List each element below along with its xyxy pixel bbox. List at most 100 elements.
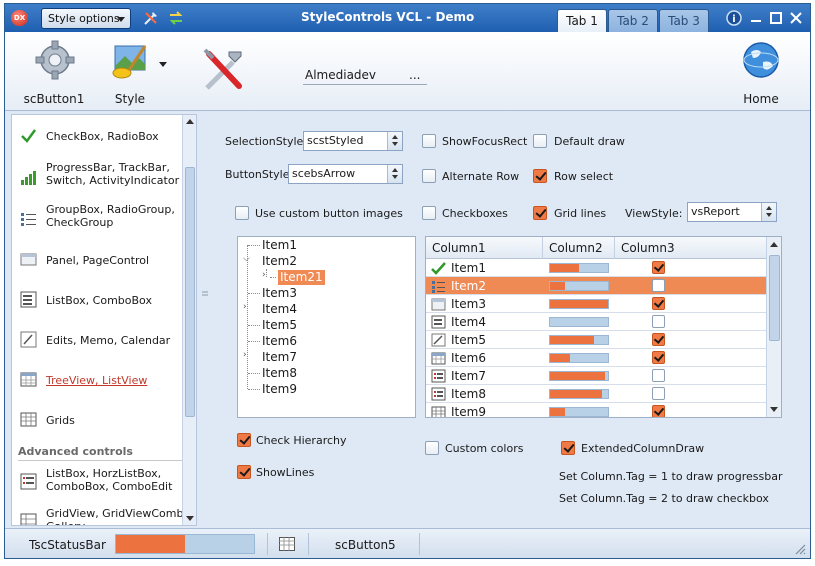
nav-item-progressbar[interactable]: ProgressBar, TrackBar, Switch, ActivityI… [16,161,194,189]
list-cell-checkbox[interactable] [652,405,665,417]
list-row[interactable]: Item1 [426,259,767,277]
left-panel-scrollbar[interactable] [182,115,196,525]
nav-item-grids[interactable]: Grids [16,411,194,431]
nav-item-listbox[interactable]: ListBox, ComboBox [16,291,194,311]
scrollbar-thumb[interactable] [769,255,780,341]
show-focus-rect-label[interactable]: ShowFocusRect [442,135,527,148]
list-cell-checkbox[interactable] [652,261,665,274]
list-row[interactable]: Item5 [426,331,767,349]
list-row[interactable]: Item7 [426,367,767,385]
default-draw-label[interactable]: Default draw [554,135,625,148]
tools-icon[interactable] [142,9,160,27]
show-focus-rect-checkbox[interactable] [422,134,436,148]
list-cell-checkbox[interactable] [652,315,665,328]
check-hierarchy-label[interactable]: Check Hierarchy [256,434,347,447]
close-icon[interactable] [787,9,805,27]
extended-column-draw-checkbox[interactable] [561,441,575,455]
list-row-selected[interactable]: Item2 [426,277,767,295]
scrollbar-thumb[interactable] [185,167,195,417]
tree-node[interactable]: Item2 [262,254,297,269]
alternate-row-label[interactable]: Alternate Row [442,170,519,183]
table-icon[interactable] [279,537,295,551]
chevron-down-icon[interactable] [186,516,194,521]
chevron-down-icon[interactable] [770,407,778,412]
use-custom-button-images-checkbox[interactable] [235,206,249,220]
list-cell-checkbox[interactable] [652,279,665,292]
chevron-right-icon[interactable]: › [243,302,247,312]
chevron-up-icon[interactable] [186,119,194,124]
tools-icon[interactable] [199,46,249,96]
resize-grip-icon[interactable] [794,543,806,555]
view-style-select[interactable]: vsReport [687,202,777,222]
custom-colors-label[interactable]: Custom colors [445,442,523,455]
tree-node[interactable]: Item3 [262,286,297,301]
style-options-dropdown[interactable]: Style options [41,8,131,29]
button-style-select[interactable]: scebsArrow [288,164,403,184]
list-view-scrollbar[interactable] [766,237,781,417]
tree-node[interactable]: Item6 [262,334,297,349]
help-icon[interactable]: i [725,9,743,27]
tab-2[interactable]: Tab 2 [608,9,658,32]
show-lines-label[interactable]: ShowLines [256,466,314,479]
chevron-right-icon[interactable]: › [262,270,266,280]
default-draw-checkbox[interactable] [533,134,547,148]
show-lines-checkbox[interactable] [237,465,251,479]
maximize-icon[interactable] [767,9,785,27]
list-row[interactable]: Item6 [426,349,767,367]
spin-icon[interactable] [387,165,402,183]
app-logo-icon[interactable]: DX [11,10,28,26]
nav-item-panel[interactable]: Panel, PageControl [16,251,194,271]
chevron-up-icon[interactable] [770,242,778,247]
minimize-icon[interactable] [747,9,765,27]
nav-item-edits[interactable]: Edits, Memo, Calendar [16,331,194,351]
tree-node[interactable]: Item7 [262,350,297,365]
ribbon-edit-dots-button[interactable]: ... [409,68,420,82]
column-header[interactable]: Column3 [615,237,767,259]
chevron-down-icon[interactable]: ⌵ [243,254,250,264]
alternate-row-checkbox[interactable] [422,169,436,183]
style-button[interactable]: Style [103,32,167,110]
tree-node-selected[interactable]: Item21 [278,270,325,285]
custom-colors-checkbox[interactable] [425,441,439,455]
checkboxes-label[interactable]: Checkboxes [442,207,508,220]
scbutton5-button[interactable]: scButton5 [335,538,396,552]
nav-item-gridview[interactable]: GridView, GridViewCombo, Gallery [16,507,194,525]
tree-node[interactable]: Item5 [262,318,297,333]
list-view[interactable]: Column1 Column2 Column3 Item1 Item2 Item3 I… [425,236,782,418]
chevron-right-icon[interactable]: › [243,350,247,360]
home-button[interactable]: Home [733,32,789,110]
extended-column-draw-label[interactable]: ExtendedColumnDraw [581,442,704,455]
use-custom-button-images-label[interactable]: Use custom button images [255,207,403,220]
checkboxes-checkbox[interactable] [422,206,436,220]
selection-style-select[interactable]: scstStyled [303,131,403,151]
scbutton1-button[interactable]: scButton1 [19,32,89,110]
grid-lines-checkbox[interactable] [533,206,547,220]
tab-1[interactable]: Tab 1 [557,9,607,33]
list-cell-checkbox[interactable] [652,387,665,400]
list-row[interactable]: Item9 [426,403,767,417]
list-row[interactable]: Item8 [426,385,767,403]
tree-node[interactable]: Item1 [262,238,297,253]
list-cell-checkbox[interactable] [652,333,665,346]
tree-node[interactable]: Item8 [262,366,297,381]
spin-icon[interactable] [387,132,402,150]
tree-node[interactable]: Item4 [262,302,297,317]
spin-icon[interactable] [761,203,776,221]
ribbon-edit-text[interactable]: Almediadev [305,68,376,82]
tree-node[interactable]: Item9 [262,382,297,397]
check-hierarchy-checkbox[interactable] [237,433,251,447]
list-cell-checkbox[interactable] [652,297,665,310]
nav-item-treeview[interactable]: TreeView, ListView [16,371,194,391]
column-header[interactable]: Column1 [426,237,543,259]
nav-item-listbox-advanced[interactable]: ListBox, HorzListBox, ComboBox, ComboEdi… [16,467,194,495]
swap-icon[interactable] [167,9,185,27]
grid-lines-label[interactable]: Grid lines [554,207,606,220]
tab-3[interactable]: Tab 3 [659,9,709,32]
list-row[interactable]: Item4 [426,313,767,331]
list-cell-checkbox[interactable] [652,351,665,364]
panel-splitter[interactable] [197,114,213,526]
column-header[interactable]: Column2 [543,237,615,259]
list-cell-checkbox[interactable] [652,369,665,382]
nav-item-checkbox[interactable]: CheckBox, RadioBox [16,127,194,147]
list-row[interactable]: Item3 [426,295,767,313]
